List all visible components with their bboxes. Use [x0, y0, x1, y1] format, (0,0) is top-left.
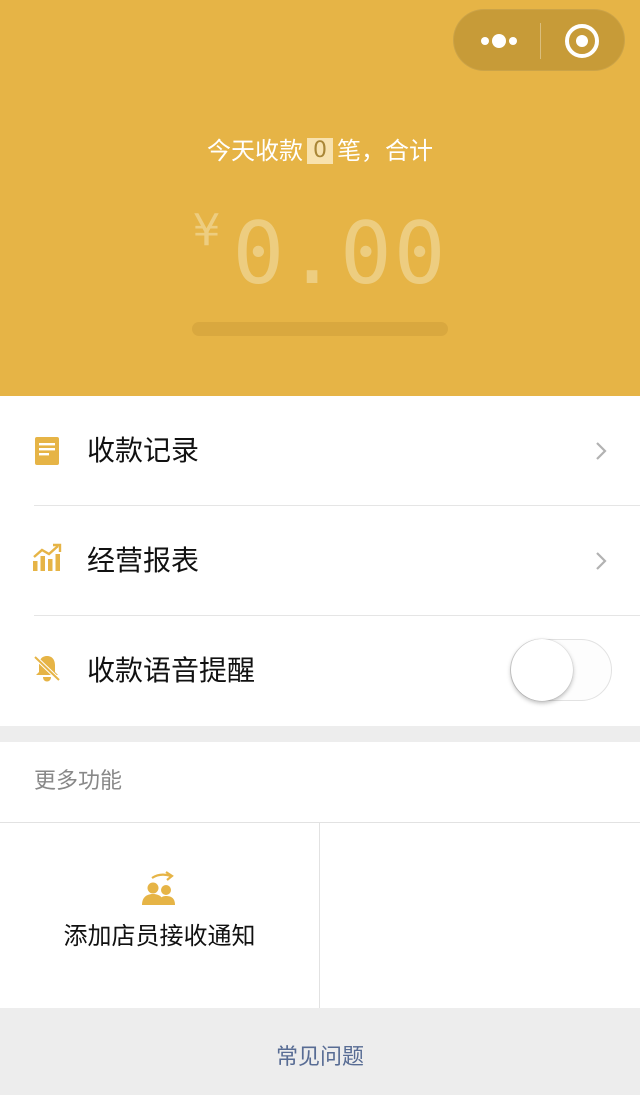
today-prefix: 今天收款 — [207, 137, 303, 165]
today-summary: 今天收款 0 笔，合计 — [0, 134, 640, 168]
today-count-badge: 0 — [307, 138, 333, 164]
progress-bar — [192, 322, 448, 336]
toggle-knob — [511, 639, 573, 701]
miniapp-capsule — [453, 9, 625, 71]
menu-item-report[interactable]: 经营报表 — [0, 506, 640, 616]
faq-footer: 常见问题 — [0, 1008, 640, 1095]
voice-reminder-toggle[interactable] — [510, 639, 612, 701]
chevron-right-icon — [596, 442, 607, 460]
faq-link[interactable]: 常见问题 — [0, 1042, 640, 1074]
target-close-icon[interactable] — [540, 10, 626, 72]
more-functions-panel: 更多功能 添加店员接收通知 — [0, 742, 640, 1008]
amount-value: 0.00 — [232, 204, 448, 304]
bar-chart-icon — [33, 543, 62, 571]
more-dots-icon[interactable] — [454, 10, 540, 72]
document-icon — [35, 437, 59, 465]
empty-grid-cell — [320, 823, 639, 1008]
bell-muted-icon — [33, 655, 61, 682]
summary-header: 今天收款 0 笔，合计 ¥0.00 — [0, 0, 640, 396]
more-functions-title: 更多功能 — [34, 769, 123, 794]
today-suffix: 笔，合计 — [337, 137, 433, 165]
menu-list: 收款记录 经营报表 收款语音提醒 — [0, 396, 640, 726]
report-label: 经营报表 — [87, 544, 200, 577]
add-staff-icon — [142, 871, 175, 905]
voice-label: 收款语音提醒 — [87, 654, 256, 687]
add-staff-label: 添加店员接收通知 — [63, 922, 256, 950]
total-amount: ¥0.00 — [0, 205, 640, 300]
chevron-right-icon — [596, 552, 607, 570]
add-staff-cell[interactable]: 添加店员接收通知 — [0, 823, 319, 1008]
menu-item-records[interactable]: 收款记录 — [0, 396, 640, 506]
currency-symbol: ¥ — [192, 205, 221, 256]
records-label: 收款记录 — [87, 434, 200, 467]
